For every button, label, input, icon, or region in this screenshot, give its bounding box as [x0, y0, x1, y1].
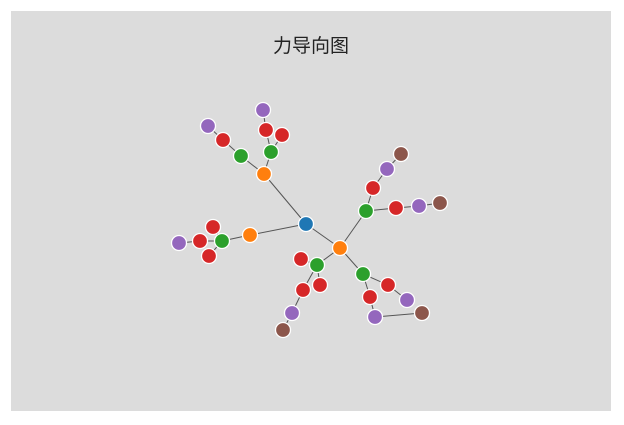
graph-node-n1[interactable] [255, 165, 273, 183]
graph-node-n15[interactable] [200, 247, 218, 265]
graph-node-n22[interactable] [431, 194, 449, 212]
graph-node-n18[interactable] [378, 160, 396, 178]
graph-node-n3[interactable] [331, 239, 349, 257]
graph-node-n17[interactable] [364, 179, 382, 197]
graph-node-n33[interactable] [366, 308, 384, 326]
graph-node-n4[interactable] [232, 147, 250, 165]
graph-node-n30[interactable] [379, 276, 397, 294]
graph-node-n34[interactable] [413, 304, 431, 322]
graph-node-n26[interactable] [283, 304, 301, 322]
graph-node-n16[interactable] [357, 202, 375, 220]
force-graph[interactable] [11, 11, 611, 411]
graph-node-n20[interactable] [387, 199, 405, 217]
graph-node-n7[interactable] [199, 117, 217, 135]
graph-node-n29[interactable] [354, 265, 372, 283]
graph-node-n31[interactable] [398, 291, 416, 309]
chart-panel: 力导向图 [11, 11, 611, 411]
node-layer [170, 101, 449, 339]
graph-node-n24[interactable] [292, 250, 310, 268]
graph-node-n2[interactable] [241, 226, 259, 244]
graph-node-n23[interactable] [308, 256, 326, 274]
graph-node-n32[interactable] [361, 288, 379, 306]
graph-node-n12[interactable] [204, 218, 222, 236]
graph-node-n5[interactable] [262, 143, 280, 161]
graph-node-n28[interactable] [311, 276, 329, 294]
graph-node-n27[interactable] [274, 321, 292, 339]
graph-node-n13[interactable] [191, 232, 209, 250]
graph-node-n6[interactable] [214, 131, 232, 149]
graph-node-n9[interactable] [257, 121, 275, 139]
graph-node-n14[interactable] [170, 234, 188, 252]
graph-node-n19[interactable] [392, 145, 410, 163]
graph-link [249, 223, 307, 236]
graph-node-n10[interactable] [254, 101, 272, 119]
graph-node-n0[interactable] [297, 215, 315, 233]
graph-node-n11[interactable] [213, 232, 231, 250]
graph-node-n21[interactable] [410, 197, 428, 215]
graph-link [263, 173, 307, 225]
graph-node-n8[interactable] [273, 126, 291, 144]
graph-node-n25[interactable] [294, 281, 312, 299]
